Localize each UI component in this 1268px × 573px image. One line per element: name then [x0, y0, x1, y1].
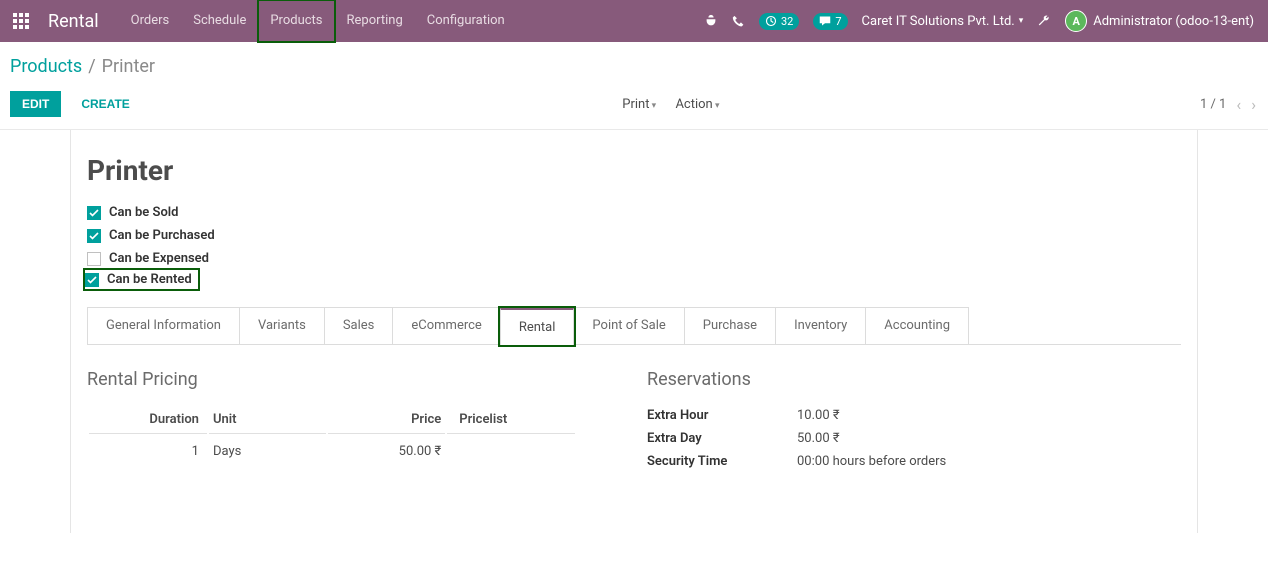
res-value: 10.00 ₹	[797, 408, 840, 423]
check-can-be-rented: Can be Rented	[85, 270, 198, 289]
cell-unit: Days	[209, 436, 326, 467]
messages-badge-count: 7	[835, 15, 841, 28]
tab-sales[interactable]: Sales	[324, 307, 394, 344]
check-can-be-purchased: Can be Purchased	[87, 224, 1181, 247]
nav-schedule[interactable]: Schedule	[181, 0, 258, 42]
action-dropdown[interactable]: Action	[667, 93, 727, 116]
tab-point-of-sale[interactable]: Point of Sale	[573, 307, 684, 344]
th-price: Price	[328, 406, 445, 434]
clock-badge-count: 32	[781, 15, 793, 28]
reservations-title: Reservations	[647, 369, 946, 390]
nav-reporting[interactable]: Reporting	[335, 0, 415, 42]
avatar: A	[1065, 10, 1087, 32]
rental-pricing-table: Duration Unit Price Pricelist 1 Days 50.…	[87, 404, 577, 469]
res-row-security-time: Security Time 00:00 hours before orders	[647, 450, 946, 473]
res-row-extra-hour: Extra Hour 10.00 ₹	[647, 404, 946, 427]
bug-icon[interactable]	[704, 14, 718, 28]
cell-price: 50.00 ₹	[328, 436, 445, 467]
res-value: 50.00 ₹	[797, 431, 840, 446]
rental-pricing-title: Rental Pricing	[87, 369, 587, 390]
nav-configuration[interactable]: Configuration	[415, 0, 517, 42]
th-unit: Unit	[209, 406, 326, 434]
tabs: General Information Variants Sales eComm…	[87, 307, 1181, 345]
check-label: Can be Purchased	[109, 228, 215, 243]
top-nav: Orders Schedule Products Reporting Confi…	[119, 0, 517, 42]
clock-badge[interactable]: 32	[759, 13, 799, 30]
breadcrumb-current: Printer	[102, 56, 155, 77]
top-bar: Rental Orders Schedule Products Reportin…	[0, 0, 1268, 42]
tab-ecommerce[interactable]: eCommerce	[392, 307, 500, 344]
pager-prev[interactable]: ‹	[1234, 95, 1243, 114]
th-pricelist: Pricelist	[447, 406, 575, 434]
user-name: Administrator (odoo-13-ent)	[1093, 14, 1254, 29]
company-switcher[interactable]: Caret IT Solutions Pvt. Ltd. ▾	[862, 14, 1024, 29]
table-row[interactable]: 1 Days 50.00 ₹	[89, 436, 575, 467]
check-can-be-sold: Can be Sold	[87, 201, 1181, 224]
reservations-table: Extra Hour 10.00 ₹ Extra Day 50.00 ₹ Sec…	[647, 404, 946, 473]
create-button[interactable]: CREATE	[69, 91, 141, 117]
tab-rental[interactable]: Rental	[500, 308, 575, 345]
tab-inventory[interactable]: Inventory	[775, 307, 866, 344]
app-brand[interactable]: Rental	[42, 11, 119, 32]
check-label: Can be Rented	[107, 272, 192, 287]
check-can-be-expensed: Can be Expensed	[87, 247, 1181, 270]
apps-icon[interactable]	[0, 13, 42, 29]
res-label: Extra Day	[647, 431, 797, 446]
breadcrumb-sep: /	[82, 56, 101, 77]
tab-general-information[interactable]: General Information	[87, 307, 240, 344]
company-name: Caret IT Solutions Pvt. Ltd.	[862, 14, 1015, 29]
checkbox-icon[interactable]	[87, 229, 101, 243]
form-sheet: Printer Can be Sold Can be Purchased Can…	[70, 130, 1198, 533]
nav-orders[interactable]: Orders	[119, 0, 182, 42]
user-menu[interactable]: A Administrator (odoo-13-ent)	[1065, 10, 1254, 32]
print-dropdown[interactable]: Print	[614, 93, 664, 116]
tab-accounting[interactable]: Accounting	[865, 307, 969, 344]
check-label: Can be Expensed	[109, 251, 209, 266]
breadcrumb: Products / Printer	[0, 42, 1268, 85]
control-panel: EDIT CREATE Print Action 1 / 1 ‹ ›	[0, 85, 1268, 130]
cell-duration: 1	[89, 436, 207, 467]
cell-pricelist	[447, 436, 575, 467]
res-row-extra-day: Extra Day 50.00 ₹	[647, 427, 946, 450]
pager-text: 1 / 1	[1200, 97, 1226, 112]
checkbox-icon[interactable]	[87, 252, 101, 266]
res-label: Extra Hour	[647, 408, 797, 423]
tab-variants[interactable]: Variants	[239, 307, 325, 344]
breadcrumb-root[interactable]: Products	[10, 56, 82, 77]
chevron-down-icon: ▾	[1019, 16, 1024, 26]
tab-purchase[interactable]: Purchase	[684, 307, 776, 344]
edit-button[interactable]: EDIT	[10, 91, 61, 117]
tab-content-rental: Rental Pricing Duration Unit Price Price…	[87, 345, 1181, 473]
messages-badge[interactable]: 7	[813, 13, 847, 30]
res-value: 00:00 hours before orders	[797, 454, 946, 469]
checkbox-icon[interactable]	[85, 273, 99, 287]
pager: 1 / 1 ‹ ›	[1200, 95, 1258, 114]
th-duration: Duration	[89, 406, 207, 434]
checkbox-icon[interactable]	[87, 206, 101, 220]
phone-icon[interactable]	[732, 15, 745, 28]
topbar-right: 32 7 Caret IT Solutions Pvt. Ltd. ▾ A Ad…	[704, 10, 1268, 32]
wrench-icon[interactable]	[1037, 14, 1051, 28]
pager-next[interactable]: ›	[1249, 95, 1258, 114]
product-name: Printer	[87, 154, 1181, 187]
nav-products[interactable]: Products	[258, 0, 334, 42]
res-label: Security Time	[647, 454, 797, 469]
check-label: Can be Sold	[109, 205, 179, 220]
